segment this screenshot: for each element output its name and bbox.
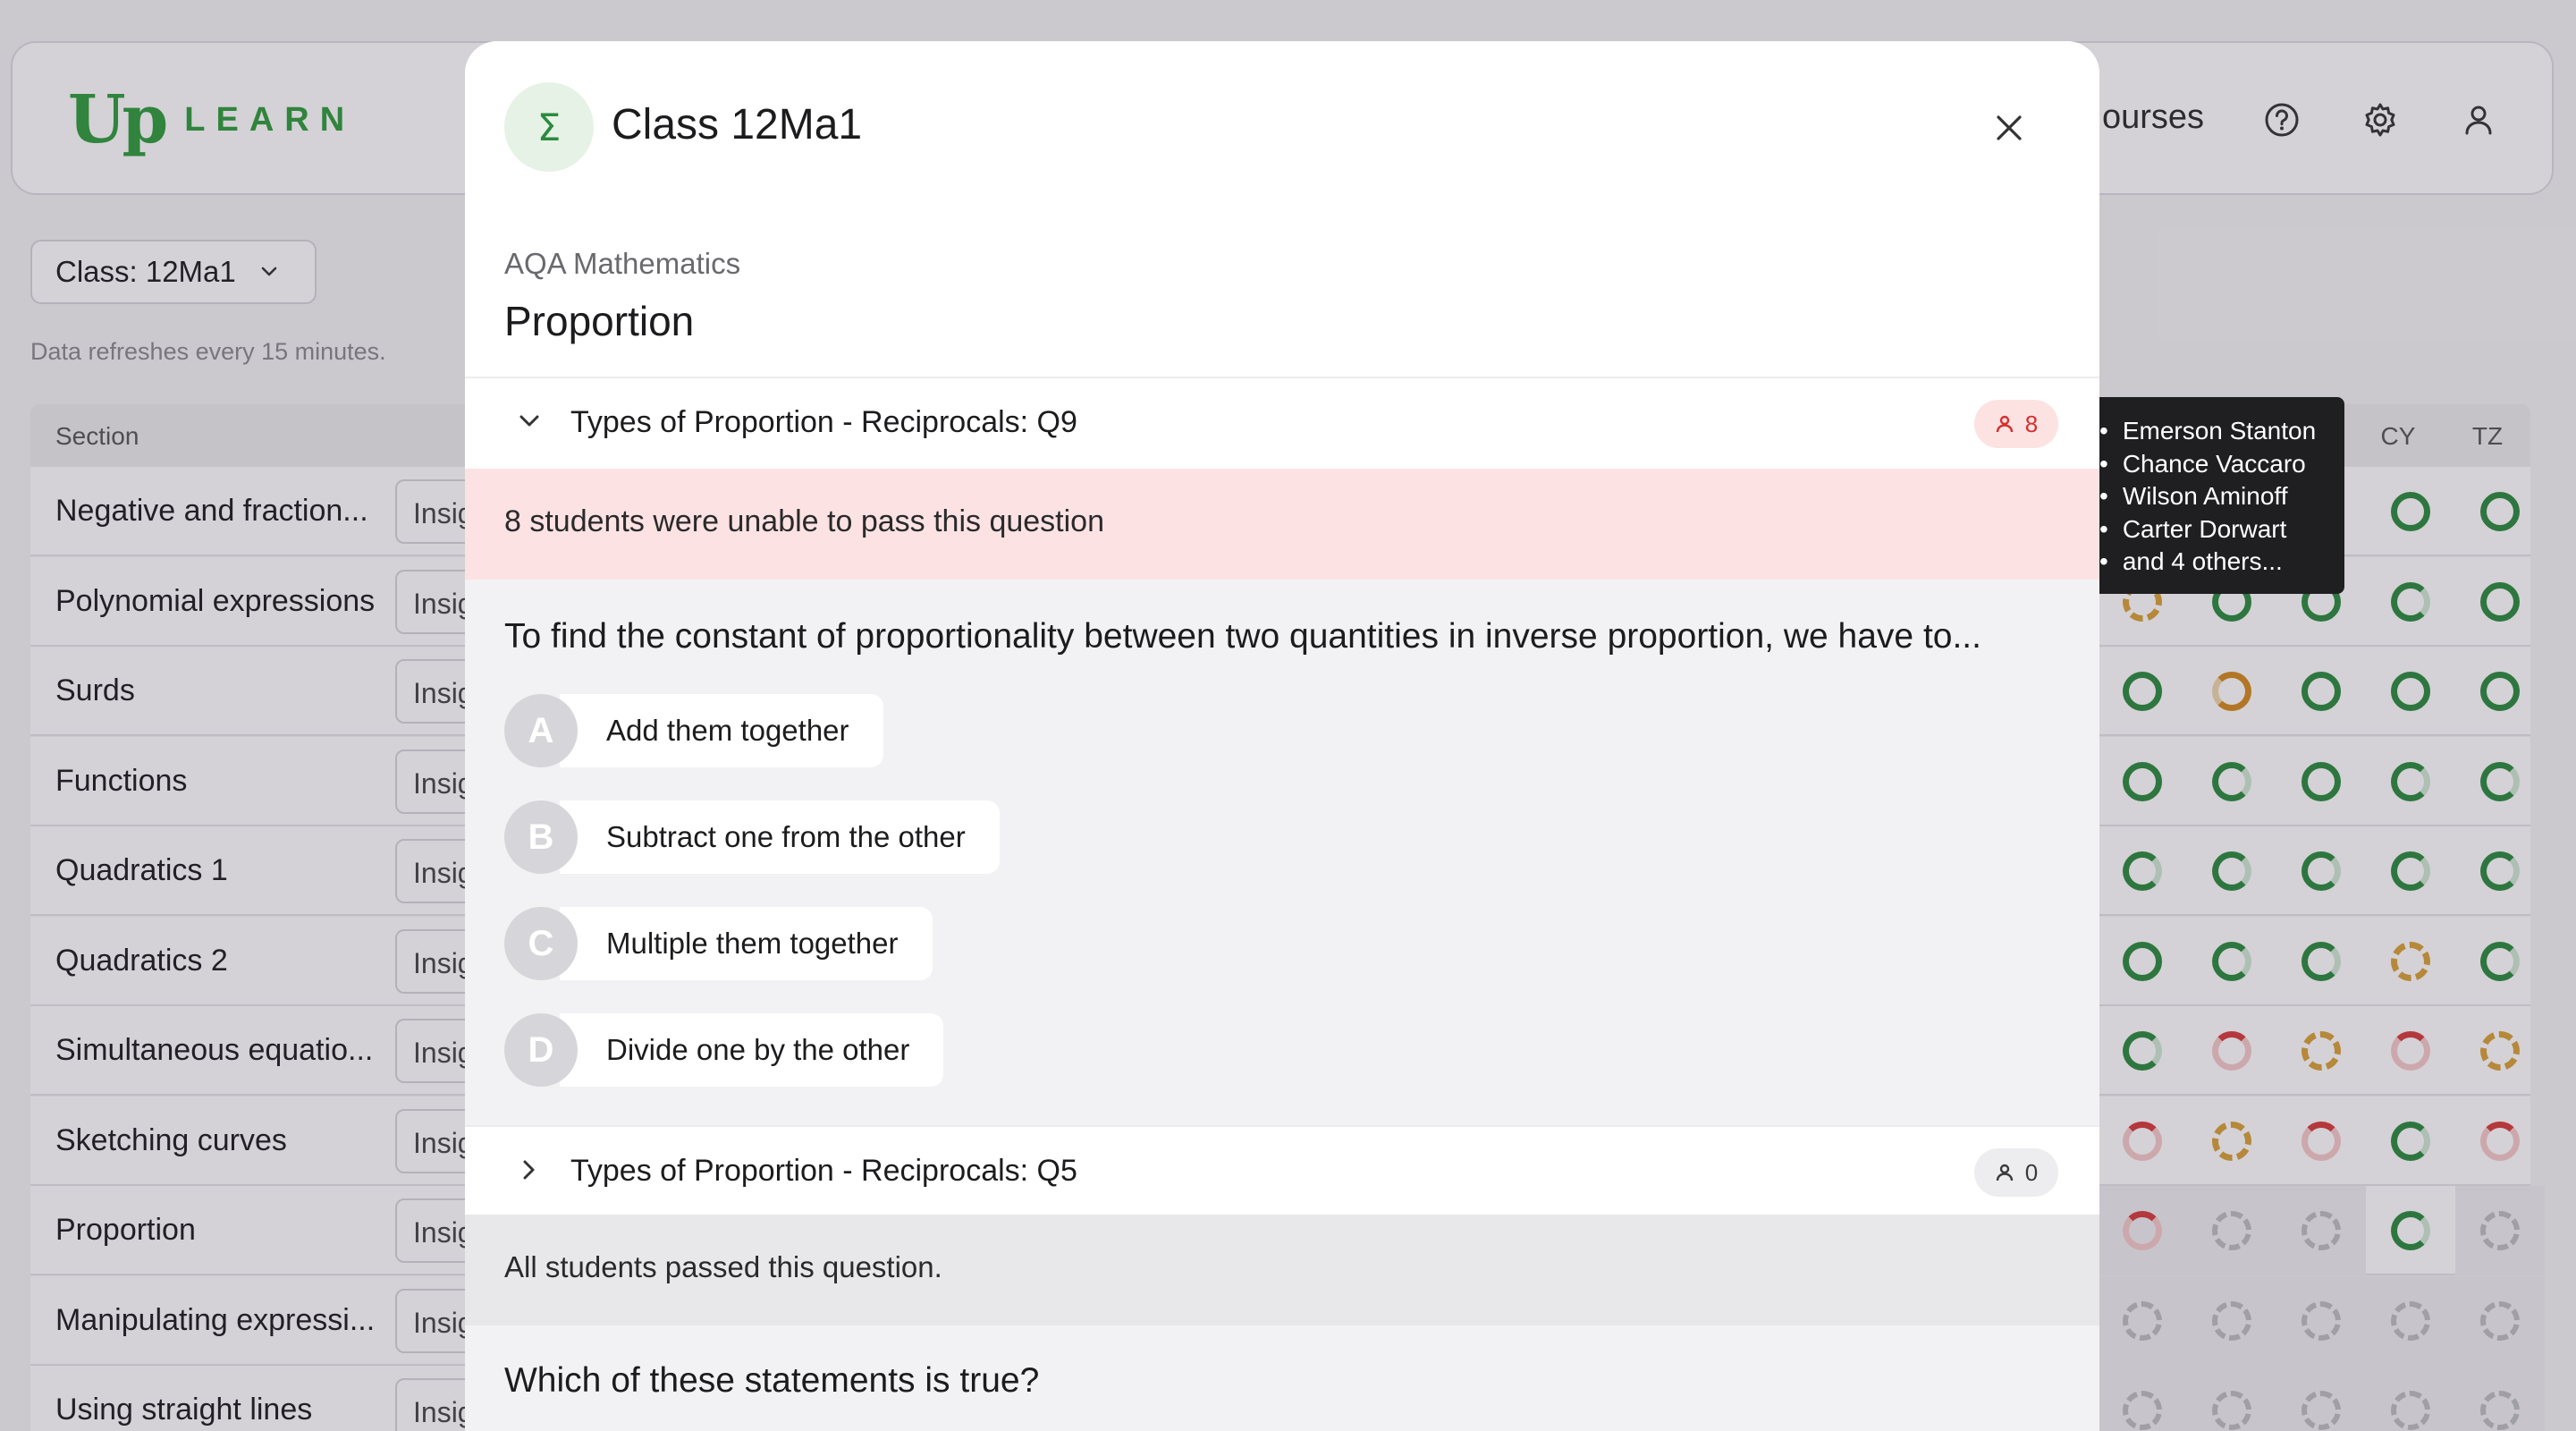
question-header-q9[interactable]: Types of Proportion - Reciprocals: Q9 8 [465, 377, 2099, 466]
modal-title: Class 12Ma1 [612, 101, 863, 148]
answer-option-d: D Divide one by the other [504, 1013, 944, 1087]
class-insights-modal: Σ Class 12Ma1 AQA Mathematics Proportion… [465, 41, 2099, 1431]
option-letter: A [504, 694, 578, 767]
answer-option-a: A Add them together [504, 694, 883, 767]
failed-students-badge[interactable]: 8 [1974, 400, 2058, 448]
question-text: Which of these statements is true? [504, 1361, 1040, 1400]
failed-count: 8 [2024, 410, 2039, 437]
option-letter: D [504, 1013, 578, 1087]
modal-header: Σ Class 12Ma1 AQA Mathematics Proportion [465, 41, 2099, 377]
option-text: Subtract one from the other [560, 800, 1000, 874]
tooltip-student-item: Wilson Aminoff [2099, 480, 2327, 513]
pass-banner: All students passed this question. [465, 1215, 2099, 1325]
tooltip-student-item: Carter Dorwart [2099, 513, 2327, 546]
fail-banner-text: 8 students were unable to pass this ques… [504, 504, 1104, 538]
option-text: Divide one by the other [560, 1013, 944, 1087]
close-icon[interactable] [1985, 104, 2033, 152]
question-body: Which of these statements is true? [465, 1325, 2099, 1431]
tooltip-student-item: Chance Vaccaro [2099, 448, 2327, 481]
section-title: Proportion [504, 298, 695, 344]
option-text: Multiple them together [560, 907, 933, 980]
tooltip-student-item: Emerson Stanton [2099, 415, 2327, 448]
failed-count: 0 [2024, 1158, 2039, 1186]
student-icon [1996, 415, 2013, 433]
question-text: To find the constant of proportionality … [504, 617, 1981, 656]
question-body: To find the constant of proportionality … [465, 580, 2099, 1170]
option-letter: C [504, 907, 578, 980]
fail-banner: 8 students were unable to pass this ques… [465, 469, 2099, 580]
option-letter: B [504, 800, 578, 874]
pass-banner-text: All students passed this question. [504, 1250, 942, 1283]
question-title: Types of Proportion - Reciprocals: Q5 [570, 1154, 1077, 1188]
failed-students-badge[interactable]: 0 [1974, 1148, 2058, 1197]
course-subtitle: AQA Mathematics [504, 247, 741, 280]
chevron-down-icon[interactable] [513, 405, 545, 437]
answer-option-c: C Multiple them together [504, 907, 933, 980]
failed-students-tooltip: Emerson Stanton Chance Vaccaro Wilson Am… [2074, 397, 2344, 594]
sigma-icon: Σ [504, 82, 594, 172]
student-icon [1996, 1164, 2013, 1181]
answer-option-b: B Subtract one from the other [504, 800, 1000, 874]
chevron-right-icon[interactable] [513, 1154, 545, 1186]
question-header-q5[interactable]: Types of Proportion - Reciprocals: Q5 0 [465, 1125, 2099, 1215]
option-text: Add them together [560, 694, 883, 767]
tooltip-others-item: and 4 others... [2099, 546, 2327, 579]
question-title: Types of Proportion - Reciprocals: Q9 [570, 405, 1077, 439]
